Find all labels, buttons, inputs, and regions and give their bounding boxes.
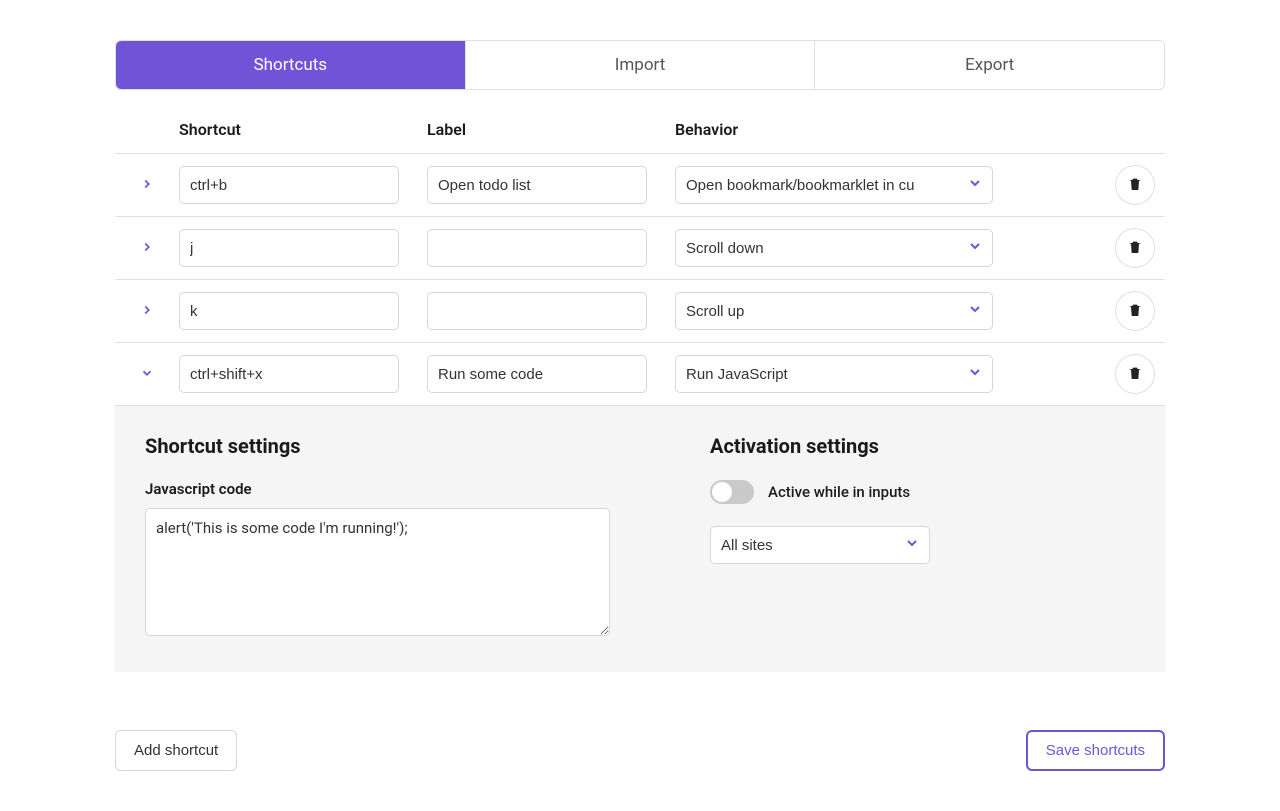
activation-settings-title: Activation settings — [710, 434, 1135, 458]
delete-button[interactable] — [1115, 228, 1155, 268]
table-row: Scroll up — [115, 280, 1165, 343]
shortcut-input[interactable] — [179, 355, 399, 393]
tab-export[interactable]: Export — [815, 41, 1164, 89]
behavior-select[interactable]: Scroll down — [675, 229, 993, 267]
label-input[interactable] — [427, 229, 647, 267]
add-shortcut-button[interactable]: Add shortcut — [115, 730, 237, 771]
javascript-code-textarea[interactable] — [145, 508, 610, 636]
settings-panel: Shortcut settings Javascript code Activa… — [115, 406, 1165, 672]
label-input[interactable] — [427, 166, 647, 204]
trash-icon — [1127, 302, 1143, 321]
shortcut-settings-title: Shortcut settings — [145, 434, 610, 458]
chevron-down-icon[interactable] — [140, 366, 154, 380]
label-input[interactable] — [427, 355, 647, 393]
table-row: Scroll down — [115, 217, 1165, 280]
tab-shortcuts[interactable]: Shortcuts — [116, 41, 466, 89]
behavior-select[interactable]: Run JavaScript — [675, 355, 993, 393]
shortcut-input[interactable] — [179, 292, 399, 330]
col-header-behavior: Behavior — [675, 120, 993, 139]
main-tabs: Shortcuts Import Export — [115, 40, 1165, 90]
behavior-select[interactable]: Open bookmark/bookmarklet in cu — [675, 166, 993, 204]
table-row: Open bookmark/bookmarklet in cu — [115, 154, 1165, 217]
table-row: Run JavaScript — [115, 343, 1165, 406]
shortcut-input[interactable] — [179, 166, 399, 204]
save-shortcuts-button[interactable]: Save shortcuts — [1026, 730, 1165, 771]
chevron-right-icon[interactable] — [140, 177, 154, 191]
col-header-label: Label — [427, 120, 675, 139]
shortcut-input[interactable] — [179, 229, 399, 267]
table-header: Shortcut Label Behavior — [115, 120, 1165, 154]
delete-button[interactable] — [1115, 354, 1155, 394]
delete-button[interactable] — [1115, 291, 1155, 331]
active-in-inputs-label: Active while in inputs — [768, 483, 910, 501]
col-header-shortcut: Shortcut — [179, 120, 427, 139]
chevron-right-icon[interactable] — [140, 303, 154, 317]
delete-button[interactable] — [1115, 165, 1155, 205]
trash-icon — [1127, 176, 1143, 195]
chevron-right-icon[interactable] — [140, 240, 154, 254]
active-in-inputs-toggle[interactable] — [710, 480, 754, 504]
trash-icon — [1127, 239, 1143, 258]
behavior-select[interactable]: Scroll up — [675, 292, 993, 330]
sites-select[interactable]: All sites — [710, 526, 930, 564]
trash-icon — [1127, 365, 1143, 384]
label-input[interactable] — [427, 292, 647, 330]
javascript-code-label: Javascript code — [145, 480, 610, 498]
footer: Add shortcut Save shortcuts — [115, 730, 1165, 771]
tab-import[interactable]: Import — [466, 41, 816, 89]
